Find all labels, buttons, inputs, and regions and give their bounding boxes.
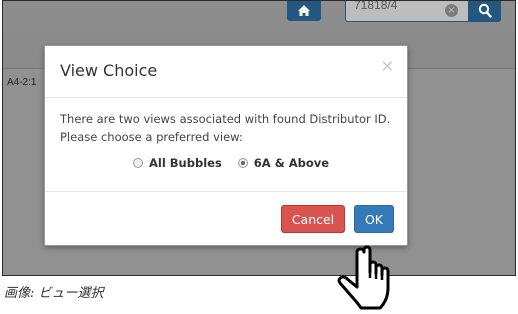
close-icon[interactable]: ×	[381, 56, 394, 75]
option-all-bubbles[interactable]: All Bubbles	[133, 156, 222, 170]
search-input[interactable]: 71818/4 ×	[345, 1, 469, 22]
dialog-message: There are two views associated with foun…	[60, 110, 400, 146]
option-6a-above-label: 6A & Above	[253, 156, 330, 170]
image-caption: 画像: ビュー選択	[4, 286, 104, 301]
cancel-button[interactable]: Cancel	[281, 205, 345, 233]
dialog-title: View Choice	[60, 61, 158, 80]
dialog-header-divider	[45, 97, 407, 98]
radio-all-bubbles[interactable]	[133, 158, 143, 168]
app-screenshot: 71818/4 × A4-2:1 View Choice × There are…	[2, 0, 516, 276]
option-6a-above[interactable]: 6A & Above	[237, 156, 330, 170]
view-options: All Bubbles 6A & Above	[133, 155, 345, 171]
clear-icon[interactable]: ×	[445, 4, 458, 17]
dialog-footer-divider	[45, 191, 407, 192]
top-bar: 71818/4 ×	[3, 1, 515, 32]
search-icon	[478, 3, 492, 18]
ok-button[interactable]: OK	[354, 205, 394, 233]
view-choice-dialog: View Choice × There are two views associ…	[44, 45, 408, 246]
search-button[interactable]	[469, 1, 501, 22]
radio-6a-above[interactable]	[237, 158, 248, 168]
background-row-label: A4-2:1	[7, 77, 37, 88]
dialog-message-line-2: Please choose a preferred view:	[60, 130, 243, 144]
home-button[interactable]	[287, 1, 321, 21]
option-all-bubbles-label: All Bubbles	[149, 156, 222, 170]
pointer-hand-icon	[337, 245, 390, 310]
home-icon	[298, 5, 310, 16]
dialog-message-line-1: There are two views associated with foun…	[60, 112, 391, 126]
search-input-value: 71818/4	[354, 0, 398, 12]
